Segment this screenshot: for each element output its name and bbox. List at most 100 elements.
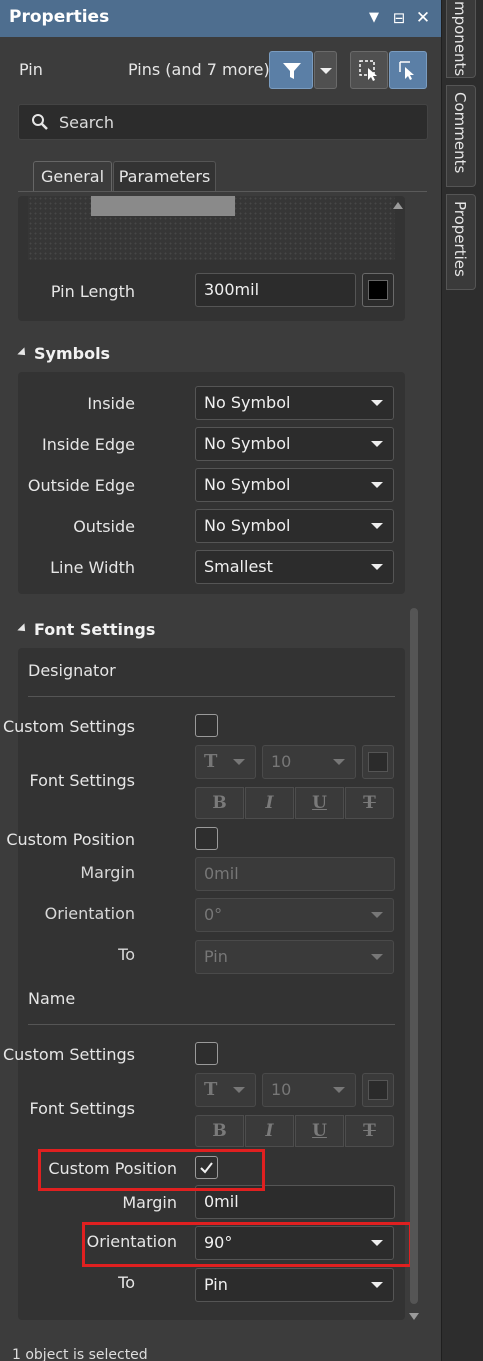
designator-font-type-dropdown[interactable]: T <box>195 745 256 779</box>
designator-custom-settings-label: Custom Settings <box>2 717 135 736</box>
designator-custom-settings-checkbox[interactable] <box>195 714 218 737</box>
name-divider <box>28 1024 395 1025</box>
inside-edge-symbol-value: No Symbol <box>204 434 291 453</box>
font-settings-section-header[interactable]: Font Settings <box>17 620 155 639</box>
name-font-color-swatch[interactable] <box>362 1073 394 1107</box>
collapse-triangle-icon <box>17 623 29 635</box>
pick-object-button[interactable] <box>389 51 427 89</box>
panel-menu-icon[interactable]: ▼ <box>366 6 382 30</box>
line-width-value: Smallest <box>204 557 273 576</box>
designator-orientation-value: 0° <box>204 905 223 924</box>
chevron-down-icon <box>333 1087 345 1093</box>
tab-general[interactable]: General <box>33 161 112 192</box>
designator-orientation-label: Orientation <box>44 904 135 923</box>
side-tab-comments-label: Comments <box>451 92 469 174</box>
outside-edge-symbol-dropdown[interactable]: No Symbol <box>195 468 394 502</box>
name-bold-button[interactable]: B <box>195 1115 244 1147</box>
designator-heading: Designator <box>28 661 116 680</box>
symbols-title: Symbols <box>34 344 111 363</box>
side-panel-tabs: mponents Comments Properties <box>441 0 483 1361</box>
panel-titlebar: Properties ▼ ⊟ ✕ <box>0 0 441 37</box>
designator-underline-button[interactable]: U <box>295 787 344 819</box>
outside-symbol-value: No Symbol <box>204 516 291 535</box>
name-to-dropdown[interactable]: Pin <box>195 1268 394 1302</box>
designator-font-settings-label: Font Settings <box>29 771 135 790</box>
symbols-section-header[interactable]: Symbols <box>17 344 111 363</box>
search-input[interactable]: Search <box>18 104 428 140</box>
inside-edge-symbol-dropdown[interactable]: No Symbol <box>195 427 394 461</box>
designator-font-size-dropdown[interactable]: 10 <box>262 745 356 779</box>
outside-symbol-dropdown[interactable]: No Symbol <box>195 509 394 543</box>
chevron-down-icon <box>371 912 383 918</box>
name-strikeout-button[interactable]: T <box>345 1115 394 1147</box>
designator-bold-button[interactable]: B <box>195 787 244 819</box>
designator-divider <box>28 696 395 697</box>
panel-scrollbar[interactable] <box>410 608 418 1304</box>
designator-custom-position-checkbox[interactable] <box>195 827 218 850</box>
designator-orientation-dropdown[interactable]: 0° <box>195 898 394 932</box>
name-to-value: Pin <box>204 1275 228 1294</box>
designator-custom-position-label: Custom Position <box>6 830 135 849</box>
chevron-down-icon <box>333 759 345 765</box>
tab-parameters[interactable]: Parameters <box>113 161 216 192</box>
scroll-down-icon[interactable] <box>409 1313 419 1320</box>
designator-margin-field[interactable]: 0mil <box>195 857 395 891</box>
chevron-down-icon <box>371 954 383 960</box>
pin-color-swatch[interactable] <box>362 273 394 307</box>
designator-strikeout-button[interactable]: T <box>345 787 394 819</box>
filter-button[interactable] <box>269 51 313 89</box>
name-font-size-value: 10 <box>271 1080 292 1099</box>
name-heading: Name <box>28 989 76 1008</box>
side-tab-comments[interactable]: Comments <box>446 85 476 187</box>
custom-position-highlight <box>38 1149 265 1191</box>
pin-length-field[interactable]: 300mil <box>195 273 356 307</box>
cursor-icon <box>399 61 414 80</box>
line-width-label: Line Width <box>50 558 135 577</box>
name-custom-settings-checkbox[interactable] <box>195 1042 218 1065</box>
truetype-font-icon: T <box>204 1079 218 1100</box>
pin-preview-canvas <box>28 196 395 260</box>
name-underline-button[interactable]: U <box>295 1115 344 1147</box>
name-italic-button[interactable]: I <box>245 1115 294 1147</box>
name-font-type-dropdown[interactable]: T <box>195 1073 256 1107</box>
outside-label: Outside <box>73 517 135 536</box>
chevron-down-icon <box>371 441 383 447</box>
side-tab-components-label: mponents <box>451 1 469 77</box>
select-objects-button[interactable] <box>350 51 388 89</box>
search-icon <box>32 114 48 130</box>
search-placeholder: Search <box>59 113 114 132</box>
chevron-down-icon <box>371 523 383 529</box>
chevron-down-icon <box>371 564 383 570</box>
selection-status: 1 object is selected <box>12 1347 148 1361</box>
selection-cursor-icon <box>359 60 377 81</box>
line-width-dropdown[interactable]: Smallest <box>195 550 394 584</box>
name-margin-label: Margin <box>122 1193 177 1212</box>
designator-font-color-swatch[interactable] <box>362 745 394 779</box>
funnel-icon <box>283 63 301 79</box>
side-tab-properties-label: Properties <box>451 201 469 277</box>
inside-symbol-value: No Symbol <box>204 393 291 412</box>
designator-italic-button[interactable]: I <box>245 787 294 819</box>
designator-to-value: Pin <box>204 947 228 966</box>
side-tab-properties[interactable]: Properties <box>446 194 476 290</box>
panel-title: Properties <box>9 7 110 27</box>
tab-underline <box>18 191 427 192</box>
chevron-down-icon <box>371 400 383 406</box>
name-to-label: To <box>118 1273 135 1292</box>
chevron-down-icon <box>371 1282 383 1288</box>
outside-edge-symbol-value: No Symbol <box>204 475 291 494</box>
side-tab-components[interactable]: mponents <box>446 0 476 78</box>
inside-symbol-dropdown[interactable]: No Symbol <box>195 386 394 420</box>
name-font-size-dropdown[interactable]: 10 <box>262 1073 356 1107</box>
close-icon[interactable]: ✕ <box>413 6 433 30</box>
pin-graphic <box>91 196 235 216</box>
pin-panel-icon[interactable]: ⊟ <box>388 6 410 30</box>
designator-to-dropdown[interactable]: Pin <box>195 940 394 974</box>
chevron-down-icon <box>233 1087 245 1093</box>
designator-font-size-value: 10 <box>271 752 292 771</box>
chevron-down-icon <box>371 482 383 488</box>
object-type-label: Pin <box>19 60 43 79</box>
scroll-up-icon[interactable] <box>393 202 403 209</box>
truetype-font-icon: T <box>204 751 218 772</box>
filter-dropdown-button[interactable] <box>314 51 337 89</box>
